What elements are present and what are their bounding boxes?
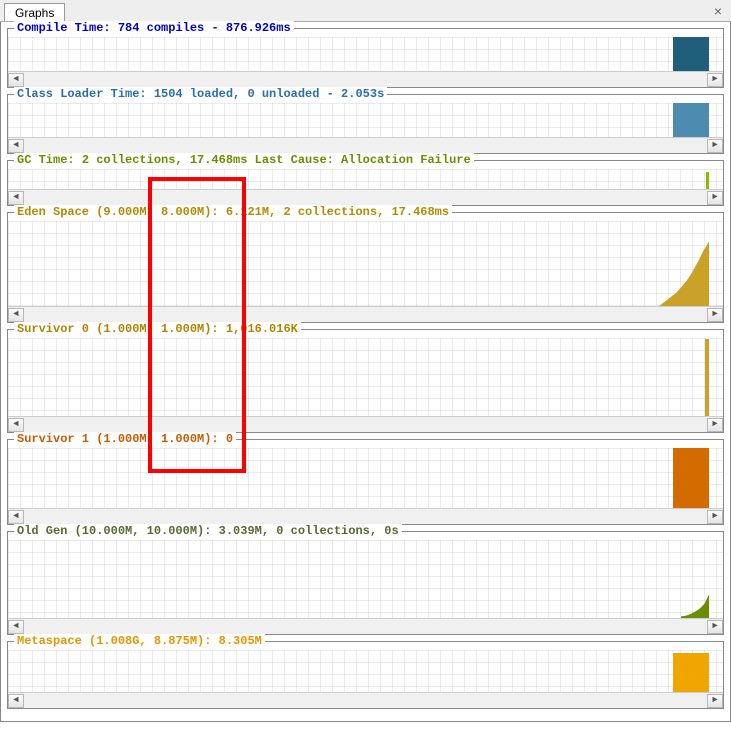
panels-container: Compile Time: 784 compiles - 876.926ms◄►… xyxy=(0,22,731,722)
graph-content xyxy=(8,169,723,189)
panel-title-s0: Survivor 0 (1.000M, 1.000M): 1,016.016K xyxy=(14,322,301,336)
graph-panel-compile: Compile Time: 784 compiles - 876.926ms◄► xyxy=(7,28,724,88)
scroll-right-icon[interactable]: ► xyxy=(707,139,723,153)
tab-label: Graphs xyxy=(15,6,54,20)
panel-title-gc: GC Time: 2 collections, 17.468ms Last Ca… xyxy=(14,153,474,167)
scroll-right-icon[interactable]: ► xyxy=(707,308,723,322)
scrollbar-track[interactable] xyxy=(24,418,707,432)
data-bar xyxy=(673,103,709,137)
scrollbar-horizontal[interactable]: ◄► xyxy=(8,189,723,205)
scrollbar-track[interactable] xyxy=(24,620,707,634)
graph-panel-oldgen: Old Gen (10.000M, 10.000M): 3.039M, 0 co… xyxy=(7,531,724,635)
scroll-left-icon[interactable]: ◄ xyxy=(8,139,24,153)
tab-graphs[interactable]: Graphs xyxy=(4,3,65,21)
graph-panel-metaspace: Metaspace (1.008G, 8.875M): 8.305M◄► xyxy=(7,641,724,709)
scroll-right-icon[interactable]: ► xyxy=(707,73,723,87)
panel-title-value: 8.305M xyxy=(219,634,262,648)
panel-title-key: Old Gen (10.000M, 10.000M): xyxy=(17,524,211,538)
panel-title-key: GC Time: xyxy=(17,153,75,167)
scroll-left-icon[interactable]: ◄ xyxy=(8,510,24,524)
data-spike xyxy=(706,172,709,189)
graph-area-s0[interactable] xyxy=(8,338,723,416)
tab-bar: Graphs × xyxy=(0,0,731,22)
graph-area-metaspace[interactable] xyxy=(8,650,723,692)
scroll-left-icon[interactable]: ◄ xyxy=(8,694,24,708)
scroll-right-icon[interactable]: ► xyxy=(707,694,723,708)
scrollbar-track[interactable] xyxy=(24,308,707,322)
data-ramp xyxy=(659,221,709,306)
panel-title-eden: Eden Space (9.000M, 8.000M): 6.121M, 2 c… xyxy=(14,205,452,219)
panel-title-value: 784 compiles - 876.926ms xyxy=(118,21,291,35)
graph-panel-s0: Survivor 0 (1.000M, 1.000M): 1,016.016K◄… xyxy=(7,329,724,433)
scroll-left-icon[interactable]: ◄ xyxy=(8,191,24,205)
data-spike xyxy=(705,339,709,416)
graph-area-compile[interactable] xyxy=(8,37,723,71)
graph-panel-s1: Survivor 1 (1.000M, 1.000M): 0◄► xyxy=(7,439,724,525)
graph-content xyxy=(8,221,723,306)
scrollbar-horizontal[interactable]: ◄► xyxy=(8,137,723,153)
close-icon[interactable]: × xyxy=(711,3,725,19)
panel-title-compile: Compile Time: 784 compiles - 876.926ms xyxy=(14,21,294,35)
panel-title-value: 2 collections, 17.468ms Last Cause: Allo… xyxy=(82,153,471,167)
scroll-left-icon[interactable]: ◄ xyxy=(8,620,24,634)
panel-title-key: Eden Space (9.000M, 8.000M): xyxy=(17,205,219,219)
graph-content xyxy=(8,37,723,71)
graph-area-eden[interactable] xyxy=(8,221,723,306)
scrollbar-track[interactable] xyxy=(24,139,707,153)
scrollbar-track[interactable] xyxy=(24,510,707,524)
panel-title-key: Class Loader Time: xyxy=(17,87,147,101)
panel-title-metaspace: Metaspace (1.008G, 8.875M): 8.305M xyxy=(14,634,265,648)
scroll-right-icon[interactable]: ► xyxy=(707,620,723,634)
panel-title-oldgen: Old Gen (10.000M, 10.000M): 3.039M, 0 co… xyxy=(14,524,402,538)
data-bar xyxy=(673,448,709,508)
scrollbar-track[interactable] xyxy=(24,73,707,87)
data-bar xyxy=(673,37,709,71)
scroll-left-icon[interactable]: ◄ xyxy=(8,418,24,432)
data-bar xyxy=(673,653,709,692)
graph-content xyxy=(8,338,723,416)
scroll-right-icon[interactable]: ► xyxy=(707,191,723,205)
scrollbar-track[interactable] xyxy=(24,191,707,205)
panel-title-key: Survivor 0 (1.000M, 1.000M): xyxy=(17,322,219,336)
panel-title-value: 1504 loaded, 0 unloaded - 2.053s xyxy=(154,87,384,101)
scrollbar-horizontal[interactable]: ◄► xyxy=(8,416,723,432)
graph-panel-gc: GC Time: 2 collections, 17.468ms Last Ca… xyxy=(7,160,724,206)
scroll-right-icon[interactable]: ► xyxy=(707,510,723,524)
scroll-right-icon[interactable]: ► xyxy=(707,418,723,432)
panel-title-s1: Survivor 1 (1.000M, 1.000M): 0 xyxy=(14,432,236,446)
graph-area-classloader[interactable] xyxy=(8,103,723,137)
graph-area-s1[interactable] xyxy=(8,448,723,508)
scrollbar-horizontal[interactable]: ◄► xyxy=(8,508,723,524)
panel-title-value: 0 xyxy=(226,432,233,446)
scrollbar-horizontal[interactable]: ◄► xyxy=(8,618,723,634)
graph-content xyxy=(8,540,723,618)
scroll-left-icon[interactable]: ◄ xyxy=(8,73,24,87)
panel-title-value: 6.121M, 2 collections, 17.468ms xyxy=(226,205,449,219)
scrollbar-horizontal[interactable]: ◄► xyxy=(8,306,723,322)
graph-content xyxy=(8,650,723,692)
graph-content xyxy=(8,103,723,137)
panel-title-key: Survivor 1 (1.000M, 1.000M): xyxy=(17,432,219,446)
data-ramp xyxy=(681,540,709,618)
scrollbar-horizontal[interactable]: ◄► xyxy=(8,692,723,708)
graph-area-gc[interactable] xyxy=(8,169,723,189)
graph-panel-eden: Eden Space (9.000M, 8.000M): 6.121M, 2 c… xyxy=(7,212,724,323)
panel-title-value: 3.039M, 0 collections, 0s xyxy=(219,524,399,538)
scrollbar-track[interactable] xyxy=(24,694,707,708)
scrollbar-horizontal[interactable]: ◄► xyxy=(8,71,723,87)
graph-area-oldgen[interactable] xyxy=(8,540,723,618)
graph-content xyxy=(8,448,723,508)
panel-title-value: 1,016.016K xyxy=(226,322,298,336)
panel-title-key: Metaspace (1.008G, 8.875M): xyxy=(17,634,211,648)
panel-title-key: Compile Time: xyxy=(17,21,111,35)
panel-title-classloader: Class Loader Time: 1504 loaded, 0 unload… xyxy=(14,87,387,101)
scroll-left-icon[interactable]: ◄ xyxy=(8,308,24,322)
graph-panel-classloader: Class Loader Time: 1504 loaded, 0 unload… xyxy=(7,94,724,154)
